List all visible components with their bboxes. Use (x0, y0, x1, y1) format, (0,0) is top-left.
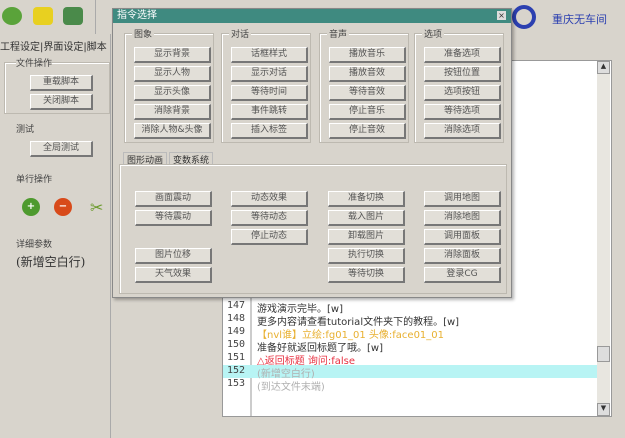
line-number: 151 (226, 352, 246, 363)
anim-button[interactable]: 天气效果 (135, 267, 212, 283)
command-button[interactable]: 话框样式 (231, 47, 308, 63)
file-ops-title: 文件操作 (16, 56, 53, 69)
line-number: 149 (226, 326, 246, 337)
group-title: 图象 (132, 27, 155, 40)
tab-ui[interactable]: 界面设定 (43, 42, 83, 53)
anim-button[interactable]: 消除地图 (424, 210, 501, 226)
anim-button[interactable]: 图片位移 (135, 248, 212, 264)
dialog-titlebar: 指令选择 × (113, 9, 511, 23)
logo: 重庆无车间 (512, 3, 625, 29)
command-button[interactable]: 等待音效 (329, 85, 406, 101)
anim-button[interactable]: 等待震动 (135, 210, 212, 226)
anim-button[interactable]: 等待动态 (231, 210, 308, 226)
anim-button[interactable]: 等待切换 (328, 267, 405, 283)
anim-button[interactable]: 停止动态 (231, 229, 308, 245)
command-button[interactable]: 消除选项 (424, 123, 501, 139)
anim-button[interactable]: 执行切换 (328, 248, 405, 264)
command-button[interactable]: 准备选项 (424, 47, 501, 63)
reload-script-button[interactable]: 重载脚本 (30, 75, 93, 91)
anim-button[interactable]: 画面震动 (135, 191, 212, 207)
command-button[interactable]: 显示对话 (231, 66, 308, 82)
command-button[interactable]: 等待选项 (424, 104, 501, 120)
command-button[interactable]: 按钮位置 (424, 66, 501, 82)
line-ops-title: 单行操作 (16, 175, 53, 185)
global-test-button[interactable]: 全局测试 (30, 141, 93, 157)
anim-button[interactable]: 消除面板 (424, 248, 501, 264)
command-button[interactable]: 播放音效 (329, 66, 406, 82)
close-icon[interactable]: × (497, 11, 506, 20)
anim-button[interactable]: 动态效果 (231, 191, 308, 207)
close-script-button[interactable]: 关闭脚本 (30, 94, 93, 110)
command-button[interactable]: 显示头像 (134, 85, 211, 101)
command-button[interactable]: 播放音乐 (329, 47, 406, 63)
anim-button[interactable]: 卸载图片 (328, 229, 405, 245)
details-value: (新增空白行) (16, 255, 86, 269)
line-number: 152 (226, 365, 246, 376)
tab-project[interactable]: 工程设定 (0, 42, 40, 53)
command-button[interactable]: 显示人物 (134, 66, 211, 82)
command-button[interactable]: 消除背景 (134, 104, 211, 120)
group-title: 音声 (327, 27, 350, 40)
left-tabs: 工程设定|界面设定|脚本 (0, 42, 107, 53)
command-button[interactable]: 停止音乐 (329, 104, 406, 120)
anim-button[interactable]: 登录CG (424, 267, 501, 283)
command-button[interactable]: 消除人物&头像 (134, 123, 211, 139)
command-button[interactable]: 选项按钮 (424, 85, 501, 101)
add-line-icon[interactable]: + (22, 198, 40, 216)
details-title: 详细参数 (16, 240, 53, 250)
line-number: 153 (226, 378, 246, 389)
anim-button[interactable]: 调用地图 (424, 191, 501, 207)
command-button[interactable]: 等待时间 (231, 85, 308, 101)
command-button[interactable]: 显示背景 (134, 47, 211, 63)
anim-button[interactable]: 载入图片 (328, 210, 405, 226)
line-number: 150 (226, 339, 246, 350)
line-number: 148 (226, 313, 246, 324)
test-title: 测试 (16, 125, 35, 135)
command-dialog: 指令选择 × 图象显示背景显示人物显示头像消除背景消除人物&头像 对话话框样式显示… (112, 8, 512, 298)
cut-icon[interactable]: ✂ (90, 198, 103, 217)
vertical-scrollbar[interactable]: ▲ ▼ (597, 61, 610, 416)
command-button[interactable]: 事件跳转 (231, 104, 308, 120)
line-number: 147 (226, 300, 246, 311)
anim-button[interactable]: 准备切换 (328, 191, 405, 207)
run-icon[interactable] (63, 7, 83, 25)
add-icon[interactable] (2, 7, 22, 25)
group-title: 选项 (422, 27, 445, 40)
remove-line-icon[interactable]: − (54, 198, 72, 216)
command-button[interactable]: 插入标签 (231, 123, 308, 139)
script-icon[interactable] (33, 7, 53, 25)
tab-script[interactable]: 脚本 (87, 42, 107, 53)
group-title: 对话 (229, 27, 252, 40)
command-button[interactable]: 停止音效 (329, 123, 406, 139)
anim-button[interactable]: 调用面板 (424, 229, 501, 245)
code-line[interactable]: (到达文件末端) (257, 378, 325, 393)
